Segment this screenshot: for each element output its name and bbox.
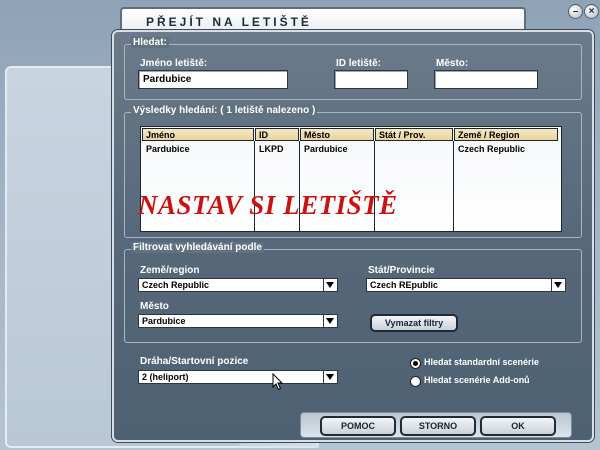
state-label: Stát/Provincie: [368, 265, 435, 276]
addon-scenery-label[interactable]: Hledat scenérie Add-onů: [424, 375, 530, 385]
column-header-country[interactable]: Země / Region: [454, 128, 558, 141]
filter-group-title: Filtrovat vyhledávání podle: [131, 242, 264, 253]
mouse-cursor-icon: [272, 373, 284, 391]
addon-scenery-radio[interactable]: [410, 376, 421, 387]
chevron-down-icon[interactable]: [323, 315, 337, 327]
results-group-title: Výsledky hledání: ( 1 letiště nalezeno ): [131, 105, 318, 116]
standard-scenery-radio[interactable]: [410, 358, 421, 369]
column-header-state[interactable]: Stát / Prov.: [375, 128, 453, 141]
chevron-down-icon[interactable]: [323, 279, 337, 291]
clear-filters-button[interactable]: Vymazat filtry: [370, 314, 458, 332]
standard-scenery-label[interactable]: Hledat standardní scenérie: [424, 357, 539, 367]
airport-name-input[interactable]: Pardubice: [138, 70, 288, 89]
cancel-button[interactable]: STORNO: [400, 416, 476, 436]
state-select-value: Czech REpublic: [370, 280, 439, 290]
close-icon[interactable]: ×: [584, 4, 599, 19]
chevron-down-icon[interactable]: [551, 279, 565, 291]
help-button[interactable]: POMOC: [320, 416, 396, 436]
column-divider: [453, 141, 454, 231]
airport-id-input[interactable]: [334, 70, 408, 89]
runway-select[interactable]: 2 (heliport): [138, 370, 338, 384]
country-select[interactable]: Czech Republic: [138, 278, 338, 292]
city-filter-select[interactable]: Pardubice: [138, 314, 338, 328]
column-header-id[interactable]: ID: [255, 128, 299, 141]
set-airport-overlay-text: NASTAV SI LETIŠTĚ: [138, 190, 398, 220]
state-select[interactable]: Czech REpublic: [366, 278, 566, 292]
column-header-city[interactable]: Město: [300, 128, 374, 141]
filter-group: Filtrovat vyhledávání podle: [124, 242, 582, 343]
airport-name-label: Jméno letiště:: [140, 58, 208, 69]
runway-select-value: 2 (heliport): [142, 372, 189, 382]
ok-button[interactable]: OK: [480, 416, 556, 436]
cell-id: LKPD: [259, 144, 284, 154]
search-group-title: Hledat:: [131, 37, 169, 48]
column-header-name[interactable]: Jméno: [142, 128, 254, 141]
window-title: PŘEJÍT NA LETIŠTĚ: [146, 15, 312, 29]
city-filter-select-value: Pardubice: [142, 316, 186, 326]
country-label: Země/region: [140, 265, 200, 276]
cell-country: Czech Republic: [458, 144, 526, 154]
minimize-icon[interactable]: –: [568, 4, 583, 19]
cell-name: Pardubice: [146, 144, 190, 154]
airport-id-label: ID letiště:: [336, 58, 382, 69]
runway-label: Dráha/Startovní pozice: [140, 356, 249, 367]
cell-city: Pardubice: [304, 144, 348, 154]
country-select-value: Czech Republic: [142, 280, 210, 290]
chevron-down-icon[interactable]: [323, 371, 337, 383]
city-filter-label: Město: [140, 301, 169, 312]
city-search-label: Město:: [436, 58, 469, 69]
city-search-input[interactable]: [434, 70, 538, 89]
